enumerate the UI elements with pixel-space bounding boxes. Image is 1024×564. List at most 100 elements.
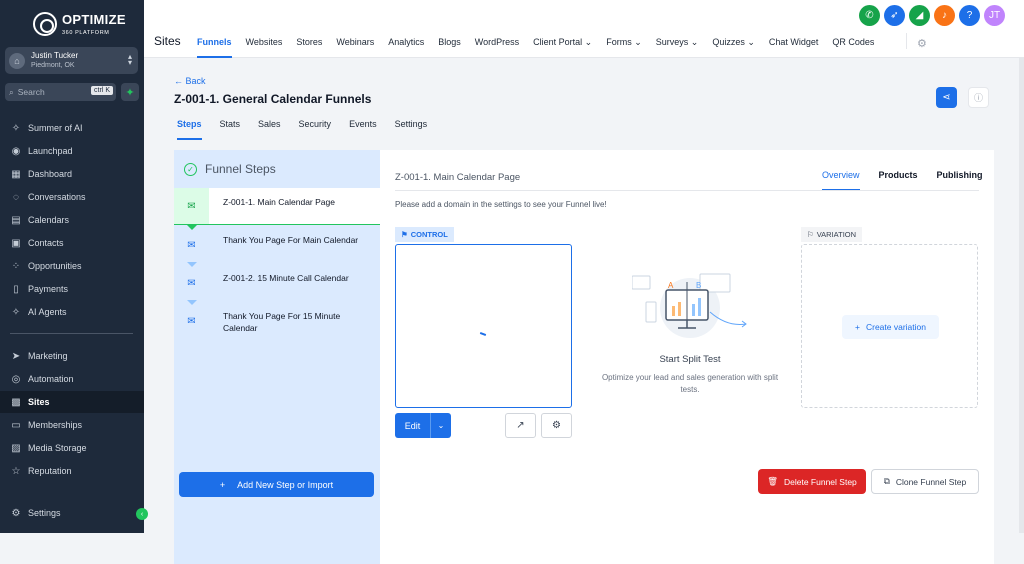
- step-title: Z-001-1. Main Calendar Page: [395, 172, 521, 183]
- help-button[interactable]: ?: [959, 5, 980, 26]
- tab-steps[interactable]: Steps: [177, 119, 202, 140]
- sidebar-item-label: Media Storage: [28, 443, 87, 453]
- back-link[interactable]: ← Back: [174, 76, 206, 86]
- sidebar-item-sites[interactable]: ▩ Sites: [0, 391, 144, 413]
- quick-action-button[interactable]: ✦: [121, 83, 139, 101]
- sidebar-item-automation[interactable]: ◎ Automation: [0, 368, 144, 390]
- control-preview[interactable]: [395, 244, 572, 408]
- sidebar-item-launchpad[interactable]: ◉ Launchpad: [0, 140, 144, 162]
- avatar[interactable]: JT: [984, 5, 1005, 26]
- phone-button[interactable]: ✆: [859, 5, 880, 26]
- sidebar-item-dashboard[interactable]: ▦ Dashboard: [0, 163, 144, 185]
- sidebar-item-settings[interactable]: ⚙ Settings: [0, 502, 144, 524]
- edit-button[interactable]: Edit: [395, 413, 430, 438]
- announcements-button[interactable]: ◢: [909, 5, 930, 26]
- brand-name: OPTIMIZE: [62, 12, 126, 27]
- media-icon: ▨: [11, 442, 21, 454]
- sidebar-item-memberships[interactable]: ▭ Memberships: [0, 414, 144, 436]
- info-button[interactable]: ⓘ: [968, 87, 989, 108]
- tab-webinars[interactable]: Webinars: [336, 37, 374, 58]
- memberships-icon: ▭: [11, 419, 21, 431]
- funnel-step-item[interactable]: ✉ Z-001-1. Main Calendar Page: [174, 188, 380, 225]
- tab-security[interactable]: Security: [299, 119, 332, 140]
- clone-step-button[interactable]: ⧉ Clone Funnel Step: [871, 469, 979, 494]
- rocket-icon: ◉: [11, 145, 21, 157]
- open-preview-button[interactable]: ↗: [505, 413, 536, 438]
- tab-blogs[interactable]: Blogs: [438, 37, 461, 58]
- tab-analytics[interactable]: Analytics: [388, 37, 424, 58]
- brand-logo[interactable]: OPTIMIZE 360 PLATFORM: [33, 11, 126, 36]
- svg-text:A: A: [668, 281, 674, 290]
- search-input[interactable]: ⌕ Search ctrl K: [5, 83, 116, 101]
- share-button[interactable]: ⋖: [936, 87, 957, 108]
- brand-tagline: 360 PLATFORM: [62, 30, 110, 36]
- bell-icon: ♪: [942, 10, 947, 21]
- sidebar-item-label: Settings: [28, 508, 61, 518]
- delete-step-button[interactable]: 🗑 Delete Funnel Step: [758, 469, 866, 494]
- sidebar-item-label: Opportunities: [28, 261, 82, 271]
- funnel-step-item[interactable]: ✉ Thank You Page For 15 Minute Calendar: [174, 302, 380, 340]
- tab-client-portal[interactable]: Client Portal ⌄: [533, 37, 592, 58]
- sidebar-item-label: Launchpad: [28, 146, 73, 156]
- copy-icon: ⧉: [883, 476, 890, 486]
- sidebar-item-opportunities[interactable]: ⁘ Opportunities: [0, 255, 144, 277]
- navigation-button[interactable]: ➶: [884, 5, 905, 26]
- add-step-button[interactable]: + Add New Step or Import: [179, 472, 374, 497]
- sidebar-item-conversations[interactable]: ◌ Conversations: [0, 186, 144, 208]
- variation-placeholder: + Create variation: [801, 244, 978, 408]
- sites-settings-button[interactable]: ⚙: [917, 37, 927, 50]
- tab-quizzes[interactable]: Quizzes ⌄: [712, 37, 755, 58]
- sidebar-item-reputation[interactable]: ☆ Reputation: [0, 460, 144, 482]
- send-icon: ➤: [11, 350, 21, 362]
- top-bar: Sites Funnels Websites Stores Webinars A…: [144, 0, 1024, 58]
- tab-qr-codes[interactable]: QR Codes: [832, 37, 874, 58]
- sidebar-item-marketing[interactable]: ➤ Marketing: [0, 345, 144, 367]
- account-name: Justin Tucker: [31, 50, 79, 60]
- tab-events[interactable]: Events: [349, 119, 377, 140]
- sidebar-divider: [10, 333, 133, 334]
- control-badge: ⚑ CONTROL: [395, 227, 454, 242]
- nav-separator: [906, 33, 907, 49]
- control-label: CONTROL: [410, 230, 448, 239]
- search-shortcut: ctrl K: [91, 86, 113, 95]
- sidebar-item-summer-of-ai[interactable]: ✧ Summer of AI: [0, 117, 144, 139]
- sidebar-item-payments[interactable]: ▯ Payments: [0, 278, 144, 300]
- email-icon: ✉: [174, 188, 209, 224]
- funnel-step-item[interactable]: ✉ Thank You Page For Main Calendar: [174, 226, 380, 264]
- step-settings-button[interactable]: ⚙: [541, 413, 572, 438]
- funnel-step-item[interactable]: ✉ Z-001-2. 15 Minute Call Calendar: [174, 264, 380, 302]
- edit-dropdown-button[interactable]: ⌄: [430, 413, 451, 438]
- tab-sales[interactable]: Sales: [258, 119, 281, 140]
- sidebar-item-label: Sites: [28, 397, 50, 407]
- megaphone-icon: ◢: [915, 10, 924, 21]
- create-variation-button[interactable]: + Create variation: [842, 315, 939, 339]
- tab-stores[interactable]: Stores: [296, 37, 322, 58]
- account-switcher[interactable]: ⌂ Justin Tucker Piedmont, OK ▴ ▾: [5, 47, 138, 74]
- sidebar-item-media-storage[interactable]: ▨ Media Storage: [0, 437, 144, 459]
- sidebar-item-contacts[interactable]: ▣ Contacts: [0, 232, 144, 254]
- tab-overview[interactable]: Overview: [822, 170, 860, 191]
- sidebar-item-calendars[interactable]: ▤ Calendars: [0, 209, 144, 231]
- tab-stats[interactable]: Stats: [220, 119, 241, 140]
- svg-text:B: B: [696, 281, 701, 290]
- chevron-left-icon: ‹: [140, 510, 144, 518]
- funnel-step-label: Thank You Page For 15 Minute Calendar: [209, 302, 380, 340]
- tab-websites[interactable]: Websites: [246, 37, 283, 58]
- funnel-steps-header: ✓ Funnel Steps: [174, 150, 380, 188]
- tab-products[interactable]: Products: [879, 170, 918, 191]
- tab-wordpress[interactable]: WordPress: [475, 37, 519, 58]
- plus-icon: +: [855, 322, 860, 332]
- plus-icon: +: [219, 479, 226, 490]
- tab-settings[interactable]: Settings: [395, 119, 428, 140]
- tab-forms[interactable]: Forms ⌄: [606, 37, 642, 58]
- sidebar-item-label: Calendars: [28, 215, 70, 225]
- tab-surveys[interactable]: Surveys ⌄: [656, 37, 699, 58]
- tab-publishing[interactable]: Publishing: [937, 170, 983, 191]
- edit-button-group: Edit ⌄: [395, 413, 451, 438]
- split-test-description: Optimize your lead and sales generation …: [601, 373, 779, 394]
- tab-funnels[interactable]: Funnels: [197, 37, 232, 58]
- sidebar-item-ai-agents[interactable]: ✧ AI Agents: [0, 301, 144, 323]
- tab-chat-widget[interactable]: Chat Widget: [769, 37, 819, 58]
- page-scrollbar[interactable]: [1019, 58, 1024, 533]
- notifications-button[interactable]: ♪: [934, 5, 955, 26]
